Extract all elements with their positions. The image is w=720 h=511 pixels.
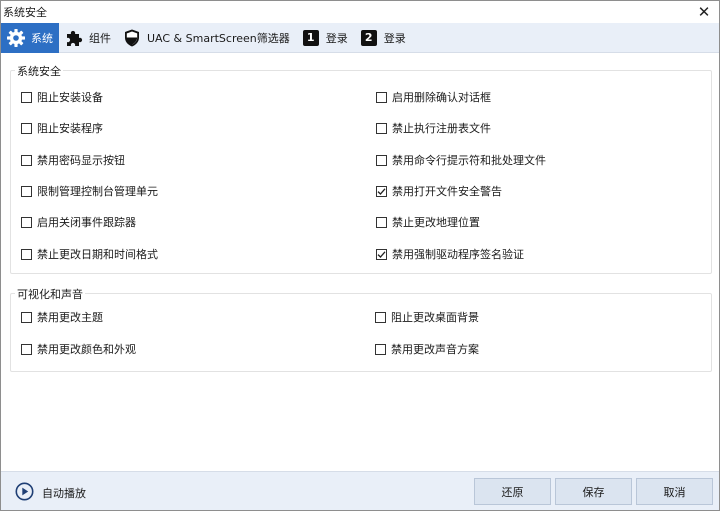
window-title: 系统安全 — [3, 6, 47, 19]
close-icon[interactable]: ✕ — [689, 1, 719, 23]
tab-label: UAC & SmartScreen筛选器 — [147, 31, 290, 45]
checkbox-item[interactable]: 禁用命令行提示符和批处理文件 — [376, 152, 546, 168]
group-visual-sound: 可视化和声音 — [10, 286, 712, 372]
checkbox-label: 阻止安装设备 — [37, 91, 103, 104]
tab-bar: 系统 组件 UAC & SmartScreen筛选器 1 登录 2 登录 — [1, 22, 719, 53]
checkbox-checked[interactable] — [376, 185, 387, 197]
checkbox-item[interactable]: 阻止安装程序 — [21, 120, 103, 136]
checkbox-unchecked[interactable] — [376, 216, 387, 228]
shield-icon — [121, 27, 143, 49]
checkbox-unchecked[interactable] — [21, 311, 32, 323]
checkbox-unchecked[interactable] — [376, 154, 387, 166]
checkbox-label: 禁用密码显示按钮 — [37, 154, 125, 167]
checkbox-label: 禁止更改地理位置 — [392, 216, 480, 229]
autoplay-button[interactable]: 自动播放 — [15, 482, 86, 504]
title-bar: 系统安全 ✕ — [1, 1, 719, 23]
checkbox-unchecked[interactable] — [21, 185, 32, 197]
tab-system[interactable]: 系统 — [1, 22, 59, 53]
checkbox-unchecked[interactable] — [21, 122, 32, 134]
checkbox-label: 启用删除确认对话框 — [392, 91, 491, 104]
checkbox-unchecked[interactable] — [21, 343, 32, 355]
checkbox-unchecked[interactable] — [375, 311, 386, 323]
tab-uac-smartscreen[interactable]: UAC & SmartScreen筛选器 — [117, 23, 296, 53]
checkbox-label: 禁止更改日期和时间格式 — [37, 248, 158, 261]
number-1-icon: 1 — [300, 27, 322, 49]
checkbox-checked[interactable] — [376, 248, 387, 260]
checkbox-unchecked[interactable] — [375, 343, 386, 355]
play-circle-icon — [15, 482, 34, 504]
group-system-security: 系统安全 — [10, 63, 712, 274]
tab-label: 登录 — [383, 31, 406, 45]
checkbox-item[interactable]: 限制管理控制台管理单元 — [21, 183, 158, 199]
cancel-button[interactable]: 取消 — [636, 478, 713, 505]
checkbox-item[interactable]: 阻止安装设备 — [21, 89, 103, 105]
checkbox-item[interactable]: 启用删除确认对话框 — [376, 89, 491, 105]
checkbox-item[interactable]: 禁用强制驱动程序签名验证 — [376, 246, 524, 262]
restore-button[interactable]: 还原 — [474, 478, 551, 505]
checkbox-label: 禁用更改声音方案 — [391, 343, 479, 356]
checkbox-unchecked[interactable] — [21, 154, 32, 166]
checkbox-item[interactable]: 禁用密码显示按钮 — [21, 152, 125, 168]
group-label: 系统安全 — [15, 63, 63, 79]
checkbox-unchecked[interactable] — [376, 91, 387, 103]
checkbox-item[interactable]: 禁止更改地理位置 — [376, 214, 480, 230]
checkbox-item[interactable]: 禁用打开文件安全警告 — [376, 183, 502, 199]
footer-bar: 自动播放 还原 保存 取消 — [1, 471, 719, 510]
tab-label: 组件 — [89, 31, 111, 45]
number-2-icon: 2 — [358, 27, 380, 49]
checkbox-label: 禁用打开文件安全警告 — [392, 185, 502, 198]
checkbox-item[interactable]: 禁用更改声音方案 — [375, 341, 479, 357]
tab-label: 登录 — [325, 31, 348, 45]
checkbox-unchecked[interactable] — [21, 248, 32, 260]
save-button[interactable]: 保存 — [555, 478, 632, 505]
checkbox-item[interactable]: 启用关闭事件跟踪器 — [21, 214, 136, 230]
checkbox-label: 禁用命令行提示符和批处理文件 — [392, 154, 546, 167]
checkbox-label: 限制管理控制台管理单元 — [37, 185, 158, 198]
checkbox-label: 禁用强制驱动程序签名验证 — [392, 248, 524, 261]
tab-login-1[interactable]: 1 登录 — [296, 23, 354, 53]
checkbox-unchecked[interactable] — [21, 216, 32, 228]
checkbox-label: 启用关闭事件跟踪器 — [37, 216, 136, 229]
checkbox-unchecked[interactable] — [376, 122, 387, 134]
puzzle-icon — [63, 27, 85, 49]
checkbox-item[interactable]: 禁止更改日期和时间格式 — [21, 246, 158, 262]
checkbox-item[interactable]: 阻止更改桌面背景 — [375, 309, 479, 325]
checkbox-unchecked[interactable] — [21, 91, 32, 103]
tab-label: 系统 — [31, 31, 53, 45]
checkbox-item[interactable]: 禁用更改主题 — [21, 309, 103, 325]
checkbox-item[interactable]: 禁止执行注册表文件 — [376, 120, 491, 136]
checkbox-label: 禁用更改主题 — [37, 311, 103, 324]
gear-icon — [5, 27, 27, 49]
tab-login-2[interactable]: 2 登录 — [354, 23, 412, 53]
checkbox-item[interactable]: 禁用更改颜色和外观 — [21, 341, 136, 357]
checkbox-label: 禁止执行注册表文件 — [392, 122, 491, 135]
autoplay-label: 自动播放 — [42, 487, 86, 500]
tab-components[interactable]: 组件 — [59, 23, 117, 53]
checkbox-label: 阻止更改桌面背景 — [391, 311, 479, 324]
checkbox-label: 禁用更改颜色和外观 — [37, 343, 136, 356]
group-label: 可视化和声音 — [15, 286, 85, 302]
checkbox-label: 阻止安装程序 — [37, 122, 103, 135]
